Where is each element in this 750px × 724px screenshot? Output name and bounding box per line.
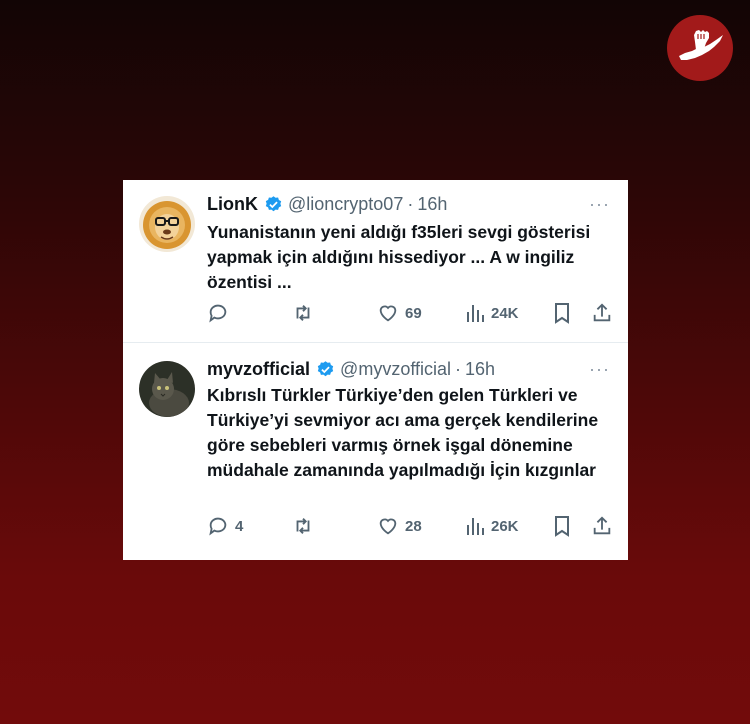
separator-dot: · — [455, 359, 462, 379]
separator-dot: · — [407, 194, 414, 214]
share-button[interactable] — [591, 302, 613, 324]
reply-count: 4 — [235, 517, 244, 535]
tweet-text: Yunanistanın yeni aldığı f35leri sevgi g… — [207, 222, 591, 292]
reply-icon — [209, 304, 227, 323]
views-button[interactable]: 24K — [465, 302, 519, 324]
tweet-header: myvzofficial @myvzofficial · 16h — [207, 359, 495, 380]
like-button[interactable]: 28 — [377, 515, 422, 537]
share-icon — [593, 516, 611, 535]
views-chart-icon — [467, 305, 484, 322]
timestamp[interactable]: 16h — [465, 359, 495, 380]
share-button[interactable] — [591, 515, 613, 537]
bookmark-button[interactable] — [552, 515, 572, 537]
views-button[interactable]: 26K — [465, 515, 519, 537]
tweet: LionK @lioncrypto07 · 16h ··· Yunanistan… — [123, 180, 628, 343]
views-chart-icon — [467, 518, 484, 535]
more-options-icon[interactable]: ··· — [589, 194, 610, 215]
like-count: 69 — [405, 304, 422, 322]
bookmark-button[interactable] — [552, 302, 572, 324]
heart-icon — [379, 518, 397, 535]
lion-avatar — [139, 196, 195, 252]
avatar[interactable] — [139, 196, 195, 252]
share-icon — [593, 303, 611, 322]
retweet-button[interactable] — [291, 515, 321, 537]
like-button[interactable]: 69 — [377, 302, 422, 324]
more-options-icon[interactable]: ··· — [589, 359, 610, 380]
avatar[interactable] — [139, 361, 195, 417]
brand-logo — [667, 15, 733, 81]
view-count: 24K — [491, 304, 519, 322]
user-handle[interactable]: @lioncrypto07 — [288, 194, 403, 215]
view-count: 26K — [491, 517, 519, 535]
display-name[interactable]: myvzofficial — [207, 359, 310, 380]
like-count: 28 — [405, 517, 422, 535]
heart-icon — [379, 305, 397, 322]
tweet-text: Kıbrıslı Türkler Türkiye’den gelen Türkl… — [207, 385, 599, 480]
reply-button[interactable] — [207, 302, 235, 324]
display-name[interactable]: LionK — [207, 194, 258, 215]
reply-button[interactable]: 4 — [207, 515, 243, 537]
tweet-screenshot-card: LionK @lioncrypto07 · 16h ··· Yunanistan… — [123, 180, 628, 560]
retweet-icon — [296, 518, 310, 534]
verified-badge-icon — [264, 195, 283, 214]
retweet-button[interactable] — [291, 302, 321, 324]
raised-fist-island-icon — [679, 30, 723, 60]
tweet: myvzofficial @myvzofficial · 16h ··· Kıb… — [123, 343, 628, 560]
tweet-header: LionK @lioncrypto07 · 16h — [207, 194, 447, 215]
user-handle[interactable]: @myvzofficial — [340, 359, 451, 380]
tweet-actions: 69 24K — [207, 302, 617, 326]
cat-avatar — [139, 361, 195, 417]
bookmark-icon — [555, 303, 569, 324]
tweet-actions: 4 28 26K — [207, 515, 617, 539]
retweet-icon — [296, 305, 310, 321]
verified-badge-icon — [316, 360, 335, 379]
bookmark-icon — [555, 516, 569, 537]
timestamp[interactable]: 16h — [417, 194, 447, 215]
reply-icon — [209, 517, 227, 536]
